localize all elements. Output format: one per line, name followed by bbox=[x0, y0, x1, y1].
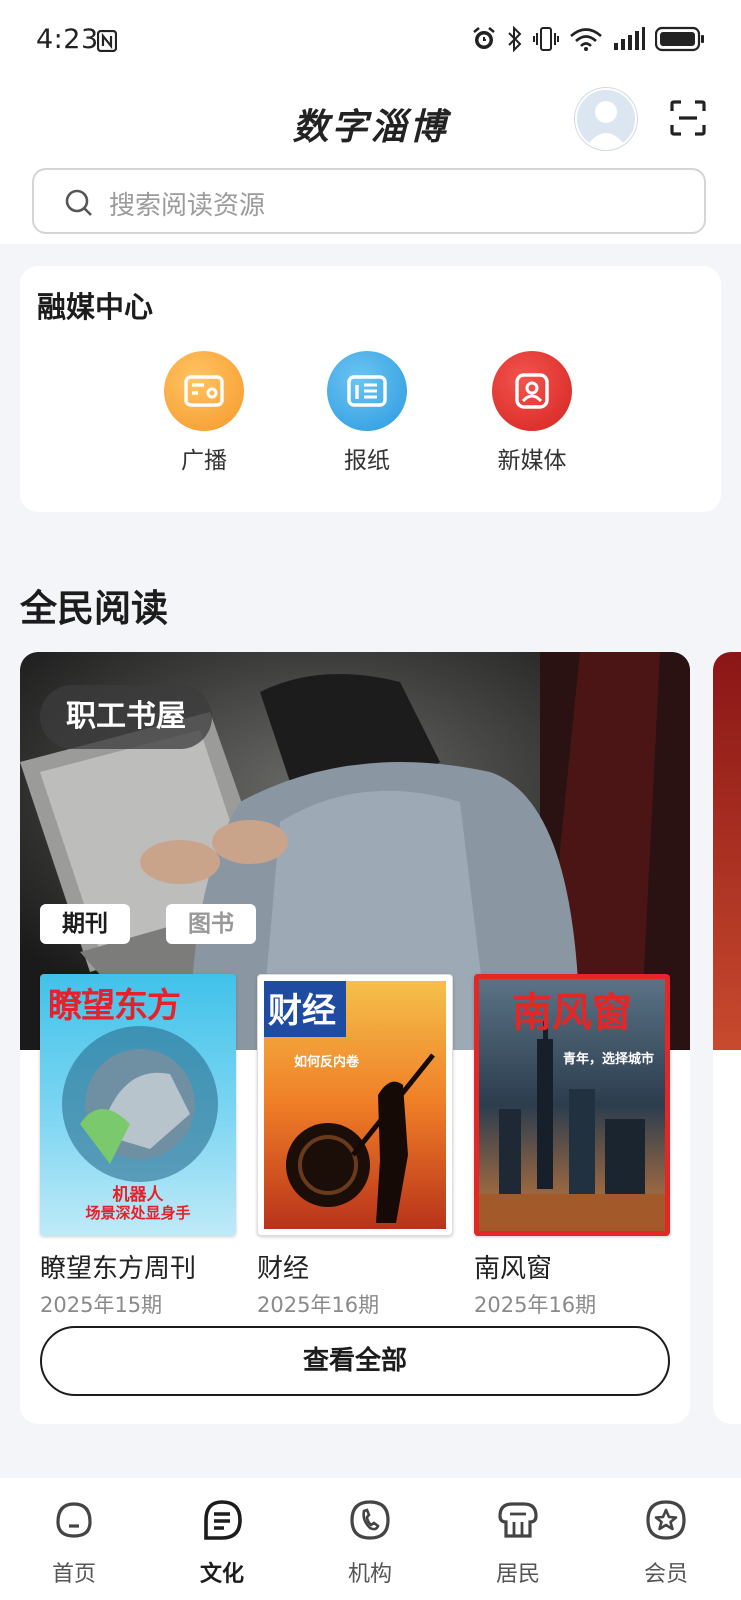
tab-culture[interactable]: 文化 bbox=[172, 1498, 272, 1588]
tab-label: 文化 bbox=[199, 1562, 244, 1587]
nfc-icon bbox=[97, 30, 117, 52]
cover-title: 南风窗 bbox=[512, 990, 632, 1036]
search-placeholder: 搜索阅读资源 bbox=[109, 191, 266, 221]
new-media-icon bbox=[492, 351, 572, 431]
member-icon bbox=[646, 1500, 686, 1540]
media-center-card: 融媒中心 广播 报纸 新媒体 bbox=[20, 266, 721, 512]
app-header: 数字淄博 搜索阅读资源 bbox=[0, 84, 741, 244]
institution-icon bbox=[350, 1500, 390, 1540]
search-icon bbox=[65, 189, 92, 216]
signal-icon bbox=[614, 27, 645, 50]
book-cover: 瞭望东方 机器人 场景深处显身手 bbox=[40, 974, 236, 1236]
newspaper-icon bbox=[327, 351, 407, 431]
tab-periodicals[interactable]: 期刊 bbox=[40, 904, 130, 944]
bluetooth-icon bbox=[508, 26, 522, 52]
cover-caption: 青年，选择城市 bbox=[562, 1052, 654, 1067]
book-cover: 南风窗 青年，选择城市 bbox=[474, 974, 670, 1236]
tab-label: 居民 bbox=[495, 1562, 540, 1587]
book-cover: 财经 如何反内卷 bbox=[257, 974, 453, 1236]
media-item-label: 新媒体 bbox=[497, 448, 567, 474]
book-issue: 2025年15期 bbox=[40, 1293, 163, 1317]
view-all-button[interactable]: 查看全部 bbox=[40, 1326, 670, 1396]
tab-label: 会员 bbox=[643, 1562, 688, 1587]
book-name: 财经 bbox=[257, 1254, 310, 1284]
media-item-new-media[interactable]: 新媒体 bbox=[482, 351, 582, 475]
next-reading-card-peek[interactable] bbox=[713, 652, 741, 1424]
cover-caption: 如何反内卷 bbox=[294, 1055, 360, 1070]
battery-icon bbox=[655, 26, 704, 52]
media-item-radio[interactable]: 广播 bbox=[154, 351, 254, 475]
media-item-label: 报纸 bbox=[344, 448, 390, 474]
wifi-icon bbox=[570, 28, 602, 51]
avatar-icon bbox=[577, 90, 635, 148]
reading-card: 职工书屋 期刊 图书 瞭望东方 机器人 场景深处显身手 瞭望东方周刊 2025年… bbox=[20, 652, 690, 1424]
tab-home[interactable]: 首页 bbox=[24, 1498, 124, 1588]
banner-tag: 职工书屋 bbox=[40, 685, 212, 749]
tab-label: 机构 bbox=[347, 1562, 392, 1587]
media-item-label: 广播 bbox=[181, 448, 227, 474]
book-item[interactable]: 财经 如何反内卷 财经 2025年16期 bbox=[257, 974, 453, 1319]
book-issue: 2025年16期 bbox=[257, 1293, 380, 1317]
book-item[interactable]: 瞭望东方 机器人 场景深处显身手 瞭望东方周刊 2025年15期 bbox=[40, 974, 236, 1319]
cover-caption: 场景深处显身手 bbox=[85, 1204, 191, 1222]
user-avatar[interactable] bbox=[575, 88, 637, 150]
status-time: 4:23 bbox=[36, 24, 99, 55]
culture-icon bbox=[204, 1500, 242, 1540]
radio-icon bbox=[164, 351, 244, 431]
cover-title: 财经 bbox=[268, 991, 336, 1031]
resident-icon bbox=[498, 1502, 538, 1538]
status-bar: 4:23 bbox=[0, 0, 741, 84]
alarm-icon bbox=[473, 27, 495, 49]
tab-institution[interactable]: 机构 bbox=[320, 1498, 420, 1588]
media-item-newspaper[interactable]: 报纸 bbox=[317, 351, 417, 475]
scan-icon[interactable] bbox=[670, 100, 706, 136]
media-center-title: 融媒中心 bbox=[37, 290, 154, 324]
tab-books[interactable]: 图书 bbox=[166, 904, 256, 944]
book-name: 南风窗 bbox=[474, 1254, 553, 1284]
tab-member[interactable]: 会员 bbox=[616, 1498, 716, 1588]
book-name: 瞭望东方周刊 bbox=[40, 1254, 197, 1284]
tab-resident[interactable]: 居民 bbox=[468, 1498, 568, 1588]
home-icon bbox=[56, 1502, 92, 1538]
reading-section-title: 全民阅读 bbox=[20, 587, 168, 630]
tab-label: 首页 bbox=[51, 1562, 96, 1587]
search-input[interactable]: 搜索阅读资源 bbox=[32, 168, 706, 234]
book-item[interactable]: 南风窗 青年，选择城市 南风窗 2025年16期 bbox=[474, 974, 670, 1319]
vibrate-icon bbox=[533, 27, 559, 51]
book-issue: 2025年16期 bbox=[474, 1293, 597, 1317]
bottom-tab-bar: 首页 文化 机构 居民 会员 bbox=[0, 1478, 741, 1600]
